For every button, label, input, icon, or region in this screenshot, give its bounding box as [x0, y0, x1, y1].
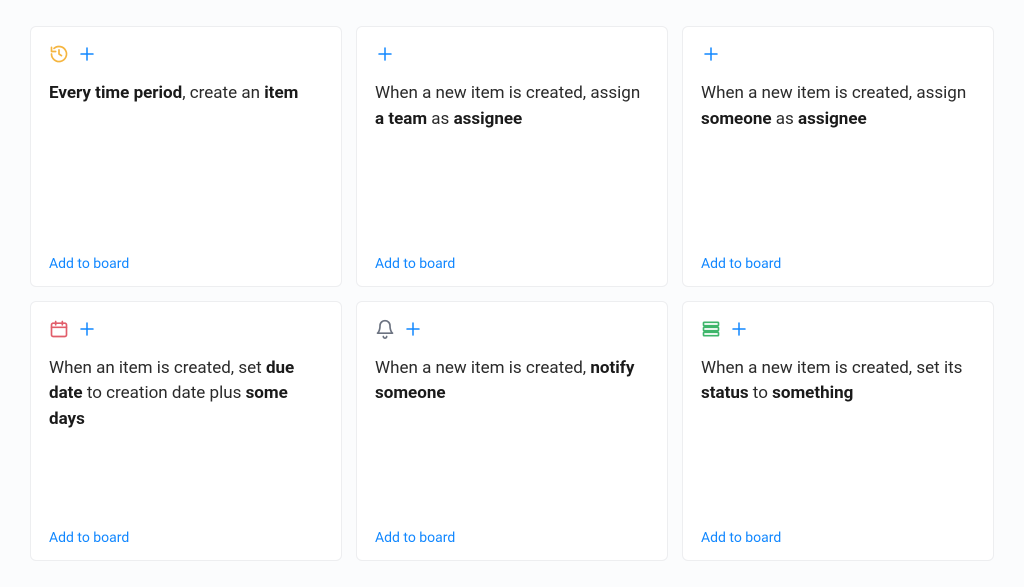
automation-card[interactable]: When a new item is created, notify someo… — [356, 301, 668, 562]
automation-token: something — [772, 383, 853, 403]
bell-icon — [375, 319, 395, 339]
automation-text: When a new item is created, — [375, 358, 590, 378]
automation-token: someone — [701, 109, 772, 129]
automation-text: When a new item is created, set its — [701, 358, 962, 378]
plus-icon — [77, 44, 97, 64]
add-to-board-button[interactable]: Add to board — [49, 522, 323, 546]
automation-card[interactable]: Every time period, create an item Add to … — [30, 26, 342, 287]
automation-description: When a new item is created, set its stat… — [701, 356, 975, 407]
automation-description: When a new item is created, notify someo… — [375, 356, 649, 407]
automation-text: as — [427, 109, 453, 129]
plus-icon — [403, 319, 423, 339]
automation-card[interactable]: When a new item is created, assign someo… — [682, 26, 994, 287]
rows-icon — [701, 319, 721, 339]
automation-token: a team — [375, 109, 427, 129]
automation-description: Every time period, create an item — [49, 81, 323, 107]
plus-icon — [701, 44, 721, 64]
automation-text: , create an — [182, 83, 264, 103]
automation-token: item — [264, 83, 298, 103]
plus-icon — [729, 319, 749, 339]
automation-token: assignee — [798, 109, 867, 129]
clock-refresh-icon — [49, 44, 69, 64]
card-icon-row — [375, 316, 649, 342]
automation-description: When a new item is created, assign someo… — [701, 81, 975, 132]
automation-text: When a new item is created, assign — [375, 83, 640, 103]
automation-card[interactable]: When a new item is created, set its stat… — [682, 301, 994, 562]
card-icon-row — [701, 316, 975, 342]
add-to-board-button[interactable]: Add to board — [375, 248, 649, 272]
automation-text: as — [772, 109, 798, 129]
automation-card[interactable]: When a new item is created, assign a tea… — [356, 26, 668, 287]
plus-icon — [77, 319, 97, 339]
add-to-board-button[interactable]: Add to board — [49, 248, 323, 272]
card-icon-row — [49, 41, 323, 67]
card-icon-row — [375, 41, 649, 67]
automation-card-grid: Every time period, create an item Add to … — [30, 26, 994, 561]
automation-text: to creation date plus — [83, 383, 246, 403]
automation-text: When a new item is created, assign — [701, 83, 966, 103]
automation-text: When an item is created, set — [49, 358, 266, 378]
automation-card[interactable]: When an item is created, set due date to… — [30, 301, 342, 562]
automation-description: When an item is created, set due date to… — [49, 356, 323, 433]
automation-text: to — [749, 383, 773, 403]
add-to-board-button[interactable]: Add to board — [375, 522, 649, 546]
calendar-icon — [49, 319, 69, 339]
automation-token: status — [701, 383, 749, 403]
card-icon-row — [701, 41, 975, 67]
card-icon-row — [49, 316, 323, 342]
automation-token: assignee — [454, 109, 523, 129]
automation-token: Every time period — [49, 83, 182, 103]
automation-description: When a new item is created, assign a tea… — [375, 81, 649, 132]
add-to-board-button[interactable]: Add to board — [701, 522, 975, 546]
add-to-board-button[interactable]: Add to board — [701, 248, 975, 272]
plus-icon — [375, 44, 395, 64]
